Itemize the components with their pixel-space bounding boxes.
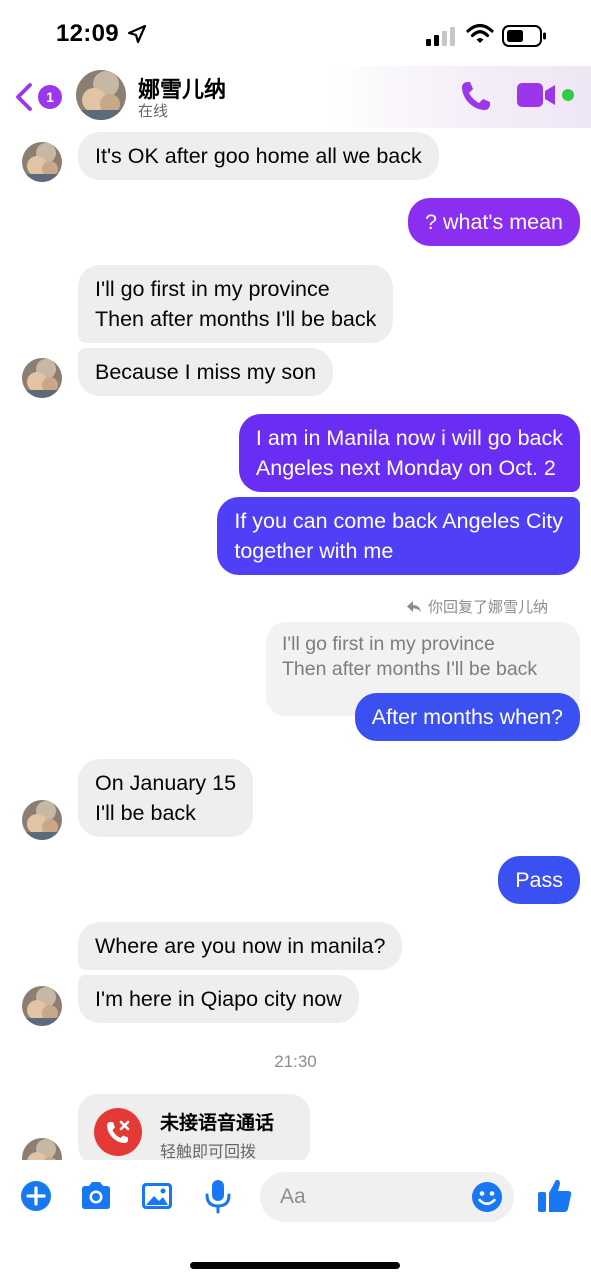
missed-call-subtitle: 轻触即可回拨 — [160, 1142, 257, 1161]
phone-icon[interactable] — [458, 78, 494, 114]
message-text: It's OK after goo home all we back — [95, 144, 422, 168]
message-bubble[interactable]: On January 15 I'll be back — [78, 759, 254, 837]
unread-badge: 1 — [38, 85, 62, 109]
online-indicator — [562, 89, 574, 101]
plus-icon[interactable] — [18, 1178, 54, 1214]
missed-call-icon — [94, 1108, 142, 1156]
video-camera-icon[interactable] — [516, 80, 558, 110]
message-text: Pass — [515, 868, 563, 892]
message-bubble[interactable]: I'll go first in my province Then after m… — [78, 265, 394, 343]
chat-header: 1 娜雪儿纳 在线 — [0, 66, 591, 128]
thumbs-up-icon[interactable] — [536, 1176, 574, 1214]
message-text: together with me — [234, 539, 394, 563]
missed-call-title: 未接语音通话 — [160, 1112, 275, 1134]
message-bubble[interactable]: ? what's mean — [408, 198, 580, 246]
message-text: I'll go first in my province — [95, 277, 330, 301]
message-bubble[interactable]: Pass — [498, 856, 580, 904]
location-arrow-icon — [127, 24, 147, 44]
back-chevron-icon — [16, 83, 32, 111]
back-button[interactable]: 1 — [14, 80, 64, 114]
message-text: Where are you now in manila? — [95, 934, 386, 958]
message-bubble[interactable]: It's OK after goo home all we back — [78, 132, 439, 180]
quoted-text: Then after months I'll be back — [282, 658, 538, 680]
message-bubble[interactable]: Because I miss my son — [78, 348, 334, 396]
camera-icon[interactable] — [78, 1178, 114, 1214]
wifi-icon — [466, 23, 494, 43]
message-bubble[interactable]: After months when? — [354, 693, 580, 741]
quoted-text: I'll go first in my province — [282, 633, 495, 655]
reply-indicator: 你回复了娜雪儿纳 — [406, 596, 548, 617]
message-text: Angeles next Monday on Oct. 2 — [255, 456, 556, 480]
image-icon[interactable] — [139, 1178, 175, 1214]
battery-icon — [502, 25, 546, 47]
message-text: Then after months I'll be back — [95, 307, 377, 331]
missed-call-card[interactable]: 未接语音通话 轻触即可回拨 — [78, 1094, 310, 1166]
microphone-icon[interactable] — [200, 1178, 236, 1214]
status-time: 12:09 — [56, 20, 119, 47]
reply-arrow-icon — [407, 600, 421, 612]
emoji-icon[interactable] — [470, 1180, 504, 1214]
message-text: On January 15 — [95, 771, 237, 795]
status-bar: 12:09 — [0, 0, 591, 66]
sender-avatar[interactable] — [22, 800, 62, 840]
message-text: After months when? — [371, 705, 563, 729]
message-text: Because I miss my son — [95, 360, 317, 384]
sender-avatar[interactable] — [22, 986, 62, 1026]
timestamp: 21:30 — [274, 1052, 317, 1071]
message-text: ? what's mean — [425, 210, 563, 234]
contact-status: 在线 — [138, 102, 169, 120]
reply-meta-text: 你回复了娜雪儿纳 — [428, 598, 549, 616]
sender-avatar[interactable] — [22, 358, 62, 398]
message-text: I'll be back — [95, 801, 196, 825]
message-text: I'm here in Qiapo city now — [95, 987, 342, 1011]
message-text: I am in Manila now i will go back — [255, 426, 563, 450]
contact-avatar[interactable] — [76, 70, 126, 120]
message-bubble[interactable]: I'm here in Qiapo city now — [78, 975, 359, 1023]
sender-avatar[interactable] — [22, 142, 62, 182]
cellular-signal-icon — [426, 27, 455, 46]
message-bubble[interactable]: If you can come back Angeles City togethe… — [217, 497, 580, 575]
home-indicator[interactable] — [190, 1262, 400, 1269]
message-bubble[interactable]: Where are you now in manila? — [78, 922, 403, 970]
composer-bar — [0, 1160, 591, 1280]
message-text: If you can come back Angeles City — [234, 509, 563, 533]
message-bubble[interactable]: I am in Manila now i will go back Angeles… — [238, 414, 580, 492]
